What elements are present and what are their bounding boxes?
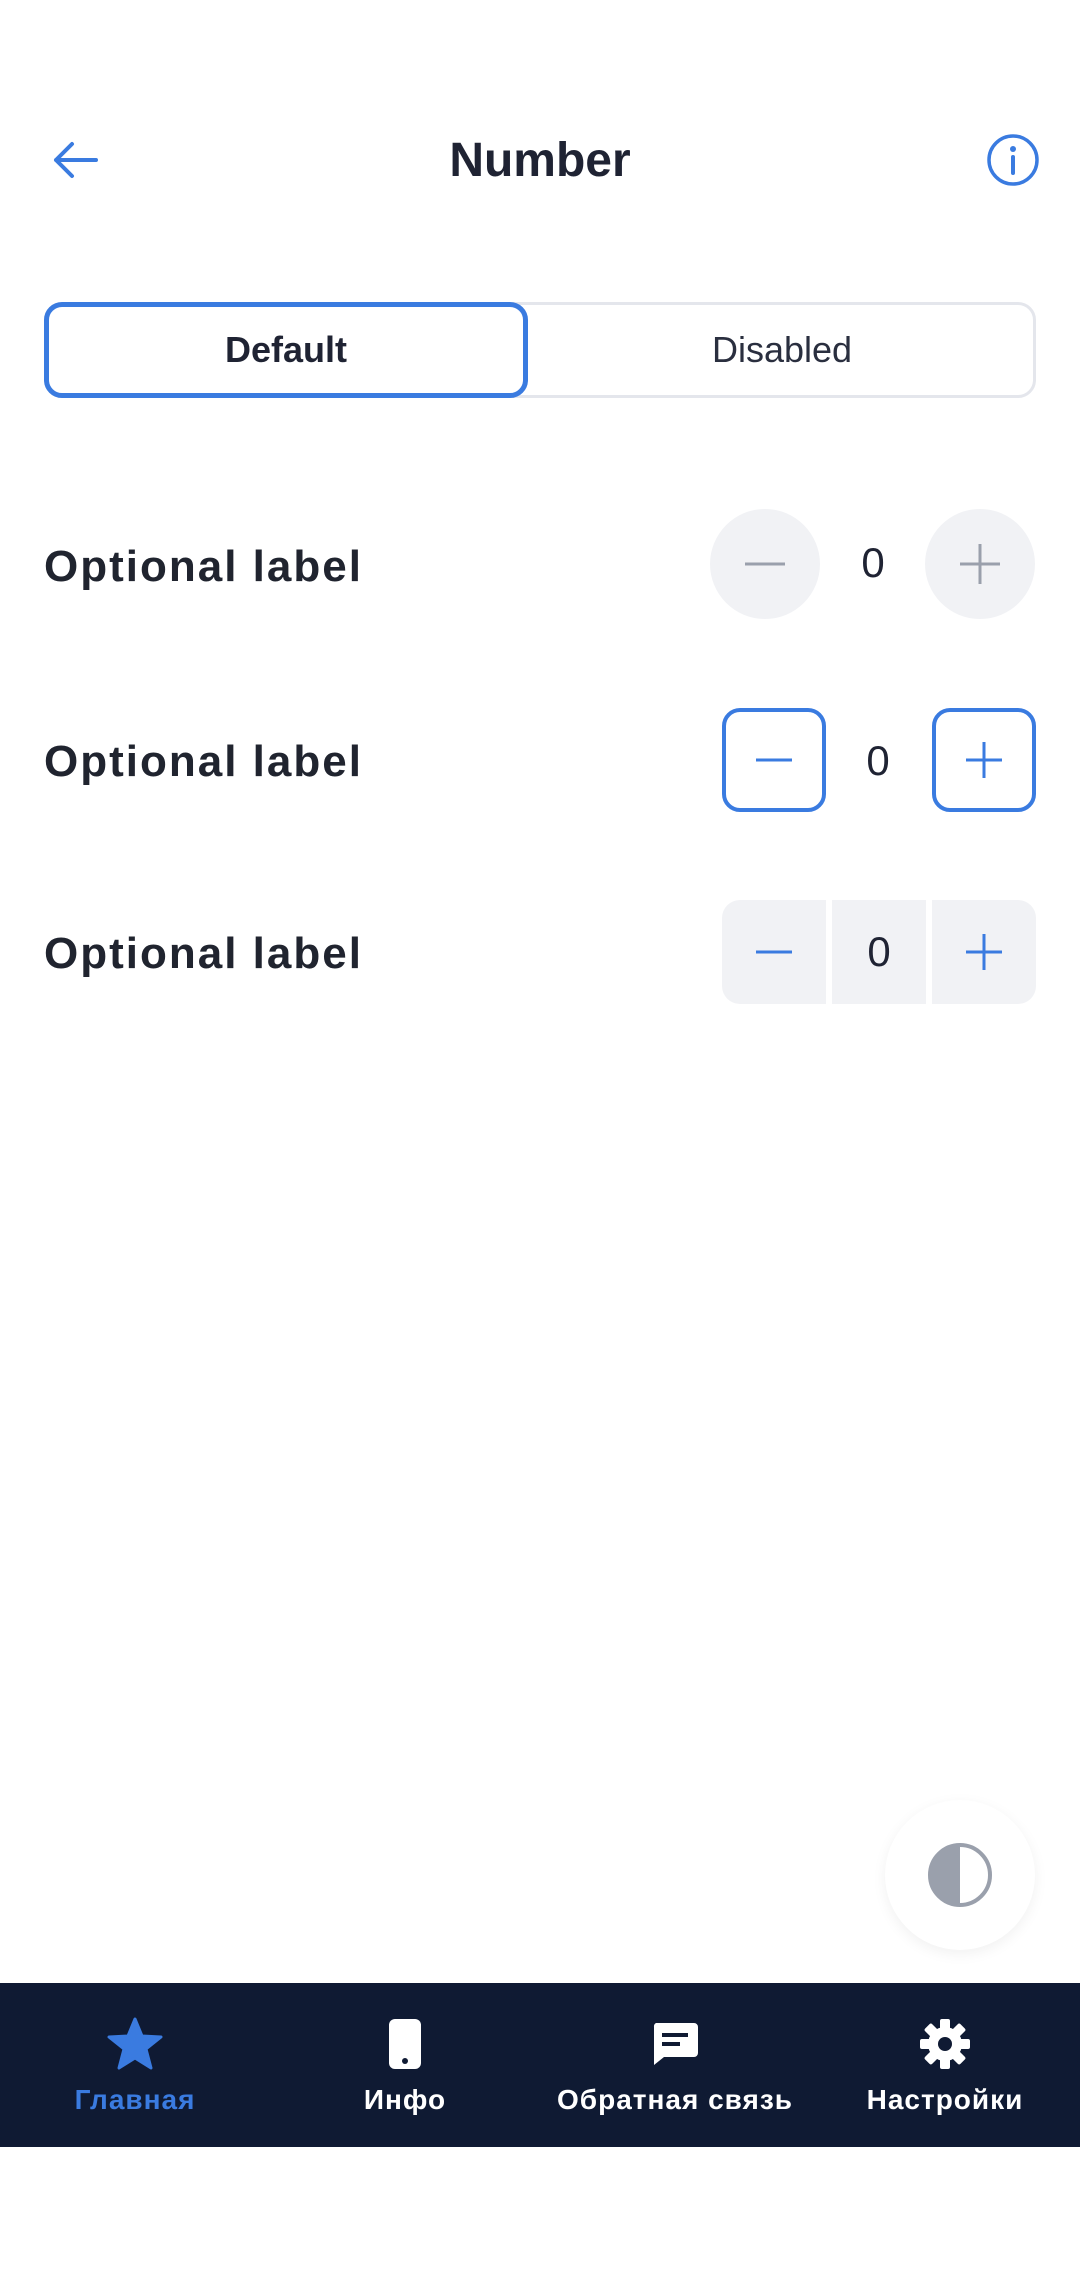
info-icon bbox=[987, 134, 1039, 186]
row-label: Optional label bbox=[44, 929, 363, 978]
theme-toggle-button[interactable] bbox=[885, 1800, 1035, 1950]
row-label: Optional label bbox=[44, 737, 363, 786]
stepper-value: 0 bbox=[866, 737, 890, 784]
segmented-control: Default Disabled bbox=[44, 302, 1036, 398]
nav-item-label: Инфо bbox=[363, 2084, 447, 2115]
plus-icon bbox=[960, 544, 1000, 584]
plus-icon bbox=[966, 934, 1002, 970]
plus-icon bbox=[966, 742, 1002, 778]
decrement-button[interactable] bbox=[722, 900, 826, 1004]
decrement-button[interactable] bbox=[710, 509, 820, 619]
decrement-button[interactable] bbox=[722, 708, 826, 812]
minus-icon bbox=[745, 562, 785, 566]
phone-icon bbox=[389, 2019, 421, 2069]
nav-item-settings[interactable]: Настройки bbox=[810, 1983, 1080, 2147]
nav-item-home[interactable]: Главная bbox=[0, 1983, 270, 2147]
star-icon bbox=[107, 2017, 163, 2070]
info-button[interactable] bbox=[985, 132, 1041, 188]
chat-icon bbox=[653, 2023, 698, 2065]
nav-item-label: Обратная связь bbox=[557, 2084, 793, 2115]
segment-disabled[interactable]: Disabled bbox=[528, 302, 1036, 398]
gear-icon bbox=[920, 2019, 970, 2069]
increment-button[interactable] bbox=[932, 708, 1036, 812]
nav-item-info[interactable]: Инфо bbox=[270, 1983, 540, 2147]
stepper-value: 0 bbox=[861, 539, 885, 586]
segment-default[interactable]: Default bbox=[44, 302, 528, 398]
minus-icon bbox=[756, 758, 792, 762]
increment-button[interactable] bbox=[925, 509, 1035, 619]
page-title: Number bbox=[449, 134, 631, 187]
increment-button[interactable] bbox=[932, 900, 1036, 1004]
contrast-icon bbox=[928, 1843, 992, 1907]
minus-icon bbox=[756, 950, 792, 954]
nav-item-label: Главная bbox=[74, 2084, 196, 2115]
nav-item-label: Настройки bbox=[866, 2084, 1024, 2115]
stepper-value: 0 bbox=[832, 900, 926, 1004]
nav-item-feedback[interactable]: Обратная связь bbox=[540, 1983, 810, 2147]
bottom-navigation: Главная Инфо Обратная связь Настройки bbox=[0, 1983, 1080, 2147]
row-label: Optional label bbox=[44, 542, 363, 591]
